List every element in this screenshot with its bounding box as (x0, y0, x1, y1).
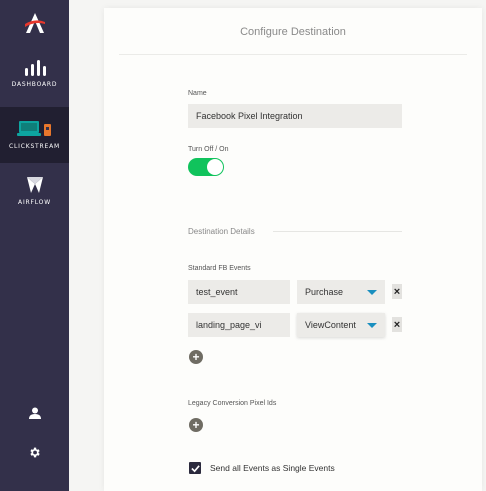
clickstream-icon (16, 121, 51, 136)
name-field[interactable]: Facebook Pixel Integration (188, 104, 402, 128)
chevron-down-icon (367, 289, 377, 295)
event-type-value: ViewContent (305, 320, 356, 330)
sidebar-item-label: CLICKSTREAM (9, 143, 60, 150)
panel-title: Configure Destination (240, 26, 346, 38)
destination-details-heading: Destination Details (188, 227, 255, 236)
configure-destination-panel: Configure Destination Name Facebook Pixe… (104, 8, 482, 491)
event-type-value: Purchase (305, 287, 344, 297)
checkmark-icon (190, 464, 200, 472)
toggle-knob (207, 159, 223, 175)
send-single-events-label: Send all Events as Single Events (210, 463, 335, 473)
sidebar-item-dashboard[interactable]: DASHBOARD (0, 60, 69, 98)
sidebar-item-label: DASHBOARD (11, 81, 58, 88)
user-icon (28, 407, 41, 419)
plus-icon: + (192, 418, 200, 432)
legacy-pixel-ids-label: Legacy Conversion Pixel Ids (188, 400, 277, 407)
standard-events-label: Standard FB Events (188, 265, 251, 272)
main-area: Configure Destination Name Facebook Pixe… (69, 0, 486, 491)
name-label: Name (188, 90, 207, 97)
add-event-button[interactable]: + (189, 350, 203, 364)
toggle-label: Turn Off / On (188, 146, 229, 153)
sidebar-item-label: AIRFLOW (18, 199, 51, 206)
gear-icon (30, 447, 40, 457)
close-icon: × (393, 318, 401, 331)
on-off-toggle[interactable] (188, 158, 224, 176)
add-legacy-pixel-button[interactable]: + (189, 418, 203, 432)
event-type-select[interactable]: Purchase (297, 280, 385, 304)
sidebar: DASHBOARD CLICKSTREAM AIRFLOW (0, 0, 69, 491)
bar-chart-icon (24, 60, 46, 76)
user-button[interactable] (0, 404, 69, 422)
logo-icon (24, 13, 45, 33)
event-type-select[interactable]: ViewContent (297, 313, 385, 337)
event-name-input[interactable]: landing_page_vi (188, 313, 290, 337)
chevron-down-icon (367, 322, 377, 328)
plus-icon: + (192, 350, 200, 364)
sidebar-item-clickstream[interactable]: CLICKSTREAM (0, 107, 69, 163)
send-single-events-checkbox[interactable] (189, 462, 201, 474)
close-icon: × (393, 285, 401, 298)
section-divider (273, 231, 402, 232)
remove-event-button[interactable]: × (392, 284, 402, 299)
divider (119, 54, 467, 55)
settings-button[interactable] (0, 443, 69, 461)
event-name-input[interactable]: test_event (188, 280, 290, 304)
remove-event-button[interactable]: × (392, 317, 402, 332)
airflow-icon (26, 177, 43, 193)
sidebar-item-airflow[interactable]: AIRFLOW (0, 176, 69, 212)
logo[interactable] (0, 8, 69, 38)
